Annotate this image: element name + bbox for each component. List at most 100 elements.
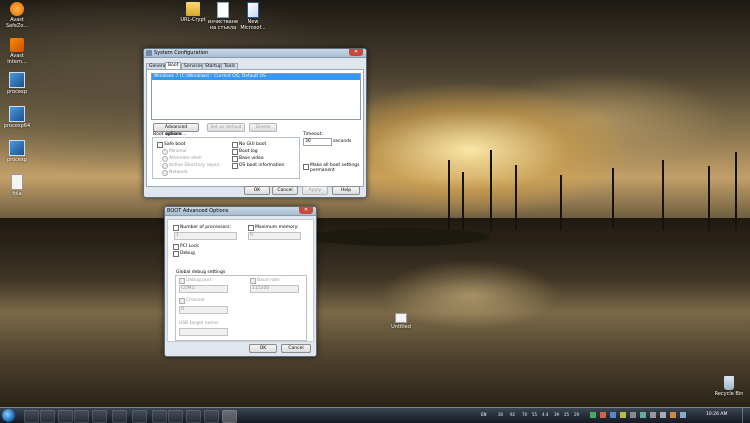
help-button[interactable]: Help <box>332 186 360 195</box>
network-radio[interactable] <box>162 170 168 176</box>
make-permanent-checkbox[interactable] <box>303 164 309 170</box>
wallpaper-tree <box>708 166 710 230</box>
baud-rate-checkbox[interactable] <box>250 278 256 284</box>
window-title: System Configuration <box>154 50 209 56</box>
desktop-icon-label: Untitled <box>391 324 411 330</box>
firefox-icon[interactable] <box>74 410 89 423</box>
base-video-checkbox[interactable] <box>232 156 238 162</box>
desktop-icon-document[interactable]: изчистване на стъкла <box>206 2 240 31</box>
desktop-icon-recycle-bin[interactable]: Recycle Bin <box>712 376 746 397</box>
system-configuration-window: System Configuration ✕ General Boot Serv… <box>143 48 367 198</box>
advanced-options-button[interactable]: Advanced options... <box>153 123 199 137</box>
tray-value: 70 <box>522 412 528 417</box>
tray-app-icon[interactable] <box>640 412 646 418</box>
timeout-input[interactable]: 30 <box>303 138 332 146</box>
desktop-icon-new-microsoft[interactable]: New Microsof... <box>236 2 270 31</box>
boot-log-checkbox[interactable] <box>232 149 238 155</box>
number-of-processors-select[interactable]: 1 <box>174 232 237 240</box>
wallpaper-tree <box>448 160 450 230</box>
desktop-icon-avast-safezone[interactable]: Avast SafeZo... <box>0 2 34 29</box>
cancel-button[interactable]: Cancel <box>272 186 298 195</box>
desktop-icon-fola[interactable]: fola <box>0 174 34 197</box>
baud-rate-select[interactable]: 115200 <box>250 285 299 293</box>
apply-button[interactable]: Apply <box>302 186 328 195</box>
title-bar[interactable]: System Configuration ✕ <box>144 49 366 58</box>
desktop-icon-url-crypt[interactable]: URL-Crypt <box>176 2 210 23</box>
network-label: Network <box>169 170 188 175</box>
volume-icon[interactable] <box>660 412 666 418</box>
window-title: BOOT Advanced Options <box>167 208 229 214</box>
minimal-radio[interactable] <box>162 149 168 155</box>
number-of-processors-checkbox[interactable] <box>173 225 179 231</box>
clock[interactable]: 10:26 AM <box>706 412 736 418</box>
desktop-icon-procexp[interactable]: procexp <box>0 72 34 95</box>
desktop-icon-untitled[interactable]: Untitled <box>384 313 418 330</box>
app-icon[interactable] <box>204 410 219 423</box>
wallpaper-tree <box>612 168 614 228</box>
tray-app-icon[interactable] <box>630 412 636 418</box>
channel-input[interactable]: 0 <box>179 306 228 314</box>
procexp-icon <box>9 72 25 88</box>
desktop-icon-procexp64[interactable]: procexp64 <box>0 106 34 129</box>
maximum-memory-input[interactable]: 0 <box>248 232 301 240</box>
tray-app-icon[interactable] <box>600 412 606 418</box>
make-permanent-label: Make all boot settings permanent <box>310 163 360 173</box>
debug-checkbox[interactable] <box>173 251 179 257</box>
ok-button[interactable]: OK <box>249 344 277 353</box>
tray-app-icon[interactable] <box>590 412 596 418</box>
language-indicator[interactable]: EN <box>481 412 487 418</box>
delete-button[interactable]: Delete <box>249 123 277 132</box>
taskbar: EN 30 92 70 55 4.4 39 25 29 10:26 AM <box>0 407 750 423</box>
debug-port-label: Debug port: <box>186 278 213 283</box>
explorer-icon[interactable] <box>24 410 39 423</box>
os-list[interactable]: Windows 7 (C:\Windows) : Current OS; Def… <box>151 73 361 120</box>
app-icon[interactable] <box>186 410 201 423</box>
debug-port-checkbox[interactable] <box>179 278 185 284</box>
media-player-icon[interactable] <box>58 410 73 423</box>
app-icon[interactable] <box>112 410 127 423</box>
set-as-default-button[interactable]: Set as default <box>207 123 245 132</box>
os-list-item[interactable]: Windows 7 (C:\Windows) : Current OS; Def… <box>152 74 360 80</box>
recycle-bin-icon <box>724 376 734 390</box>
desktop-icon-label: изчистване на стъкла <box>207 19 239 31</box>
desktop-icon-label: procexp <box>6 157 28 163</box>
channel-label: Channel <box>186 298 205 303</box>
app-icon[interactable] <box>168 410 183 423</box>
desktop-icon-procexp-2[interactable]: procexp <box>0 140 34 163</box>
network-icon[interactable] <box>650 412 656 418</box>
tray-value: 30 <box>498 412 504 417</box>
close-button[interactable]: ✕ <box>349 49 363 56</box>
no-gui-boot-checkbox[interactable] <box>232 142 238 148</box>
os-boot-info-checkbox[interactable] <box>232 163 238 169</box>
cancel-button[interactable]: Cancel <box>281 344 311 353</box>
alternate-shell-label: Alternate shell <box>169 156 202 161</box>
close-button[interactable]: ✕ <box>299 207 313 214</box>
avast-internet-icon <box>10 38 24 52</box>
usb-target-name-input[interactable] <box>179 328 228 336</box>
msconfig-taskbar-icon[interactable] <box>222 410 237 423</box>
desktop-icon-avast-internet[interactable]: Avast Intern... <box>0 38 34 65</box>
app-icon[interactable] <box>152 410 167 423</box>
tray-app-icon[interactable] <box>670 412 676 418</box>
pci-lock-checkbox[interactable] <box>173 244 179 250</box>
maximum-memory-checkbox[interactable] <box>248 225 254 231</box>
tray-app-icon[interactable] <box>680 412 686 418</box>
debug-port-select[interactable]: COM1: <box>179 285 228 293</box>
ok-button[interactable]: OK <box>244 186 270 195</box>
tray-app-icon[interactable] <box>610 412 616 418</box>
show-desktop-button[interactable] <box>742 408 750 423</box>
debug-label: Debug <box>180 251 195 256</box>
ad-repair-radio[interactable] <box>162 163 168 169</box>
skype-icon[interactable] <box>132 410 147 423</box>
alternate-shell-radio[interactable] <box>162 156 168 162</box>
title-bar[interactable]: BOOT Advanced Options ✕ <box>165 207 316 216</box>
folder-icon[interactable] <box>40 410 55 423</box>
safe-boot-checkbox[interactable] <box>157 142 163 148</box>
boot-log-label: Boot log <box>239 149 258 154</box>
document-icon <box>217 2 229 18</box>
channel-checkbox[interactable] <box>179 298 185 304</box>
tray-app-icon[interactable] <box>620 412 626 418</box>
tray-value: 29 <box>574 412 580 417</box>
start-button[interactable] <box>2 409 15 422</box>
viber-icon[interactable] <box>92 410 107 423</box>
